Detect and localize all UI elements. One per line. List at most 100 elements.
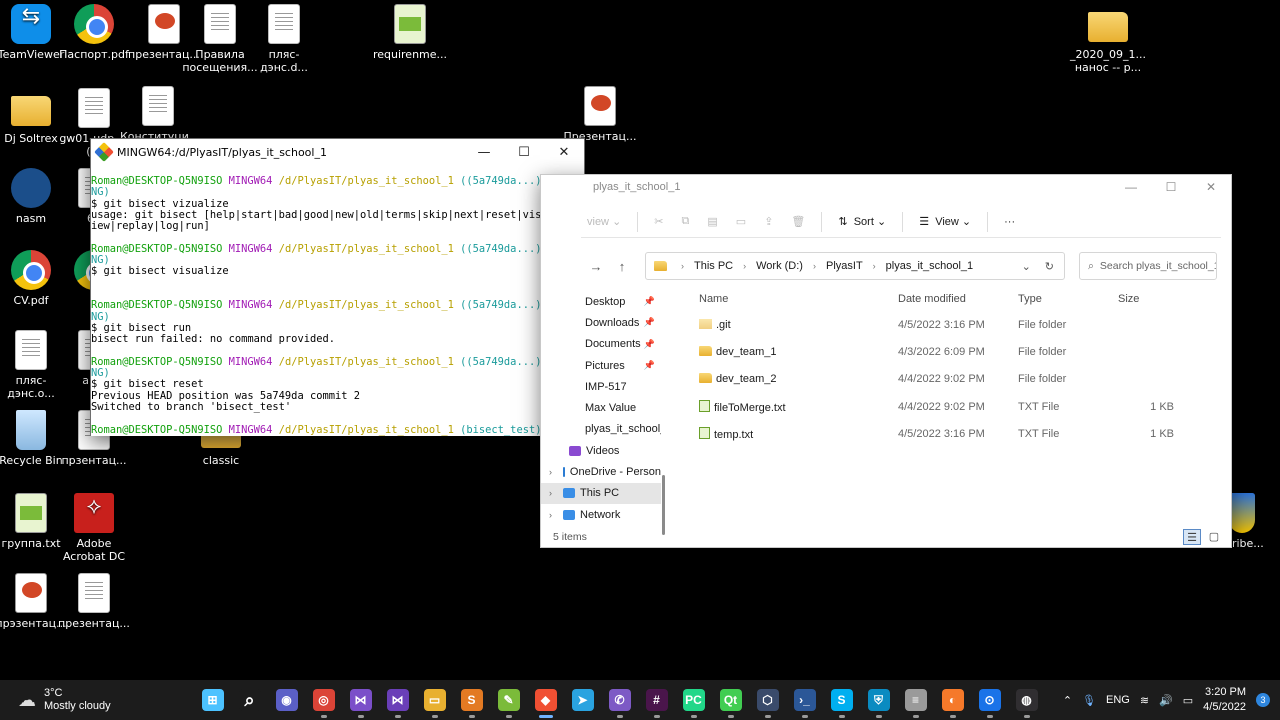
refresh-icon[interactable]: ↻	[1045, 260, 1054, 273]
file-row[interactable]: temp.txt 4/5/2022 3:16 PM TXT File 1 KB	[691, 420, 1221, 447]
file-explorer-window[interactable]: plyas_it_school_1 — ☐ ✕ view ⌄ ✂ ⧉ ▤ ▭ ⇪…	[540, 174, 1232, 548]
details-view-icon[interactable]: ☰	[1183, 529, 1201, 545]
qt-app[interactable]: Qt	[712, 680, 749, 720]
chevron-right-icon[interactable]: ›	[549, 488, 552, 498]
forward-icon[interactable]: →	[583, 259, 609, 274]
column-date-modified[interactable]: Date modified	[898, 293, 1018, 305]
minimize-button[interactable]: —	[464, 145, 504, 160]
address-bar[interactable]: › This PC › Work (D:) › PlyasIT › plyas_…	[645, 252, 1065, 280]
pycharm-app[interactable]: PC	[675, 680, 712, 720]
sidebar-item[interactable]: IMP-517	[541, 376, 661, 397]
weather-widget[interactable]: ☁ 3°C Mostly cloudy	[0, 687, 190, 713]
minimize-button[interactable]: —	[1111, 175, 1151, 199]
sidebar-item[interactable]: plyas_it_school_1	[541, 419, 661, 440]
desktop-icon[interactable]: _2020_09_1... нанос -- р...	[1070, 4, 1146, 74]
sidebar-item[interactable]: Pictures 📌	[541, 355, 661, 376]
chrome-app[interactable]: ◎	[305, 680, 342, 720]
breadcrumb-item[interactable]: Work (D:)	[756, 260, 803, 272]
pin-icon: 📌	[643, 338, 655, 349]
column-size[interactable]: Size	[1118, 293, 1178, 305]
prompt-user: Roman@DESKTOP-Q5N9ISO	[91, 299, 223, 312]
git-bash-window[interactable]: MINGW64:/d/PlyasIT/plyas_it_school_1 — ☐…	[90, 138, 585, 436]
file-row[interactable]: dev_team_2 4/4/2022 9:02 PM File folder	[691, 366, 1221, 393]
sidebar-item[interactable]: Downloads 📌	[541, 312, 661, 333]
breadcrumb-item[interactable]: plyas_it_school_1	[886, 260, 973, 272]
copy-icon[interactable]: ⧉	[676, 210, 696, 234]
powershell-app[interactable]: ›_	[786, 680, 823, 720]
rename-icon[interactable]: ▭	[730, 210, 752, 234]
file-row[interactable]: fileToMerge.txt 4/4/2022 9:02 PM TXT File 1…	[691, 393, 1221, 420]
desktop-icon[interactable]: пляс-дэнс.d...	[246, 4, 322, 74]
notepadpp-app[interactable]: ✎	[490, 680, 527, 720]
sort-button[interactable]: ⇅ Sort ⌄	[832, 210, 892, 234]
up-icon[interactable]: ↑	[609, 259, 635, 274]
visual-studio-app-2[interactable]: ⋈	[379, 680, 416, 720]
volume-icon[interactable]: 🔊	[1159, 694, 1173, 707]
sidebar-item[interactable]: Videos	[541, 440, 661, 461]
breadcrumb-item[interactable]: PlyasIT	[826, 260, 863, 272]
breadcrumb-item[interactable]: This PC	[694, 260, 733, 272]
maps-app[interactable]: ⊙	[971, 680, 1008, 720]
security-app[interactable]: ⛨	[860, 680, 897, 720]
chat-app[interactable]: ◉	[268, 680, 305, 720]
sidebar-item[interactable]: › Network	[541, 504, 661, 525]
sidebar-item[interactable]: › OneDrive - Person	[541, 461, 661, 482]
battery-icon[interactable]: ▭	[1183, 694, 1193, 707]
slack-app[interactable]: #	[638, 680, 675, 720]
sidebar-item[interactable]: Documents 📌	[541, 334, 661, 355]
chevron-right-icon[interactable]: ›	[549, 467, 552, 477]
chevron-up-icon[interactable]: ⌃	[1063, 694, 1072, 707]
file-explorer-app[interactable]: ▭	[416, 680, 453, 720]
wifi-icon[interactable]: ≋	[1140, 694, 1149, 707]
close-button[interactable]: ✕	[544, 145, 584, 160]
delete-icon[interactable]: 🗑	[785, 210, 811, 234]
terminal-titlebar[interactable]: MINGW64:/d/PlyasIT/plyas_it_school_1 — ☐…	[91, 139, 584, 165]
skype-app[interactable]: S	[823, 680, 860, 720]
obs-app[interactable]: ◍	[1008, 680, 1045, 720]
microphone-icon[interactable]: 🎙	[1082, 694, 1096, 707]
paste-icon[interactable]: ▤	[701, 210, 723, 234]
telegram-app[interactable]: ➤	[564, 680, 601, 720]
cut-icon[interactable]: ✂	[648, 210, 669, 234]
desktop-icon[interactable]: requirenme...	[372, 4, 448, 61]
git-app[interactable]: ◆	[527, 680, 564, 720]
terminal-output[interactable]: Roman@DESKTOP-Q5N9ISO MINGW64 /d/PlyasIT…	[91, 176, 573, 436]
viber-app[interactable]: ✆	[601, 680, 638, 720]
search-input[interactable]: ⌕ Search plyas_it_school_1	[1079, 252, 1217, 280]
sidebar-item[interactable]: Max Value	[541, 397, 661, 418]
desktop-icon[interactable]: презентац...	[56, 573, 132, 630]
desktop-icon[interactable]: Adobe Acrobat DC	[56, 493, 132, 563]
desktop-icon[interactable]: Конституци...	[120, 86, 199, 143]
search-button[interactable]: ⌕	[231, 680, 268, 720]
chevron-down-icon[interactable]: ⌄	[1022, 260, 1031, 273]
blender-app[interactable]: ◐	[934, 680, 971, 720]
navigation-scrollbar[interactable]	[662, 475, 665, 535]
terminal-line: iew|replay|log|run]	[91, 221, 573, 232]
more-options-button[interactable]: ···	[998, 210, 1021, 234]
chevron-right-icon[interactable]: ›	[549, 510, 552, 520]
notification-badge[interactable]: 3	[1256, 693, 1270, 707]
column-name[interactable]: Name	[691, 293, 898, 305]
column-type[interactable]: Type	[1018, 293, 1118, 305]
database-app[interactable]: ≡	[897, 680, 934, 720]
file-row[interactable]: .git 4/5/2022 3:16 PM File folder	[691, 311, 1221, 338]
clock[interactable]: 3:20 PM 4/5/2022	[1203, 685, 1246, 715]
explorer-tab-title[interactable]: plyas_it_school_1	[593, 181, 680, 193]
visual-studio-app[interactable]: ⋈	[342, 680, 379, 720]
tiles-view-icon[interactable]: ▢	[1205, 529, 1223, 545]
view-button[interactable]: ☰ View ⌄	[913, 210, 977, 234]
desktop-icon[interactable]: Презентац...	[562, 86, 638, 143]
virtualbox-app[interactable]: ⬡	[749, 680, 786, 720]
new-button[interactable]: view ⌄	[581, 210, 627, 234]
language-indicator[interactable]: ENG	[1106, 694, 1130, 706]
sublime-app[interactable]: S	[453, 680, 490, 720]
start-button[interactable]: ⊞	[194, 680, 231, 720]
maximize-button[interactable]: ☐	[504, 145, 544, 160]
file-row[interactable]: dev_team_1 4/3/2022 6:09 PM File folder	[691, 338, 1221, 365]
sidebar-item[interactable]: Desktop 📌	[541, 291, 661, 312]
sidebar-item[interactable]: › This PC	[541, 482, 661, 504]
close-button[interactable]: ✕	[1191, 175, 1231, 199]
share-icon[interactable]: ⇪	[758, 210, 779, 234]
desktop-icon[interactable]: Паспорт.pdf	[56, 4, 132, 61]
maximize-button[interactable]: ☐	[1151, 175, 1191, 199]
